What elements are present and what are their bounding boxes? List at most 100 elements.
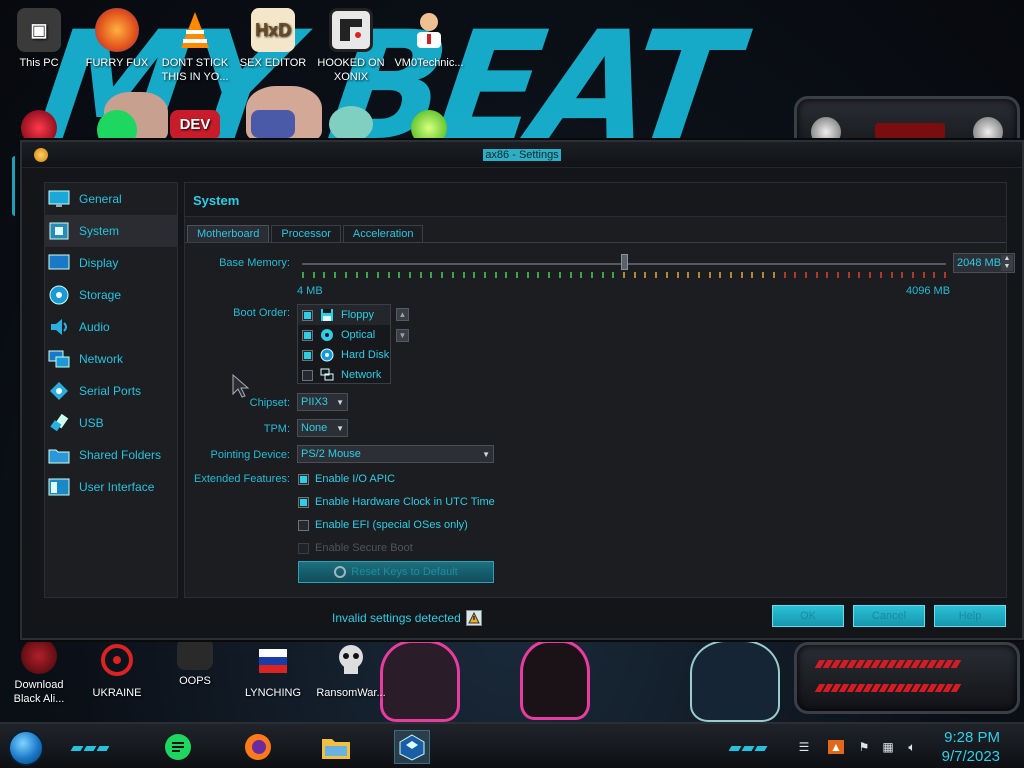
boot-item-floppy[interactable]: Floppy — [298, 305, 390, 325]
slider-tick — [505, 272, 507, 278]
slider-tick — [313, 272, 315, 278]
slider-tick — [655, 272, 657, 278]
sidebar-item-usb[interactable]: USB — [45, 407, 177, 439]
desktop-icon-hooked-on-xonix[interactable]: HOOKED ON XONIX — [312, 8, 390, 84]
sidebar-item-serial-ports[interactable]: Serial Ports — [45, 375, 177, 407]
desktop-icon-this-pc[interactable]: ▣ This PC — [0, 8, 78, 70]
ok-button[interactable]: OK — [772, 605, 844, 627]
slider-tick — [698, 272, 700, 278]
help-button[interactable]: Help — [934, 605, 1006, 627]
sidebar-item-network[interactable]: Network — [45, 343, 177, 375]
slider-tick — [687, 272, 689, 278]
flag-icon[interactable]: ⚑ — [856, 740, 872, 754]
desktop-icon-oops[interactable]: OOPS — [156, 638, 234, 688]
taskbar-file-explorer[interactable] — [318, 730, 354, 764]
package-icon — [177, 638, 213, 670]
boot-item-network[interactable]: Network — [298, 365, 390, 385]
ui-icon — [48, 477, 70, 497]
sidebar-item-storage[interactable]: Storage — [45, 279, 177, 311]
warning-icon[interactable] — [465, 610, 482, 626]
clock-time: 9:28 PM — [944, 729, 1000, 746]
chevron-down-icon: ▼ — [336, 423, 344, 433]
slider-tick — [933, 272, 935, 278]
taskbar-clock[interactable]: 9:28 PM 9/7/2023 — [942, 728, 1000, 766]
tab-motherboard[interactable]: Motherboard — [187, 225, 270, 242]
invalid-settings-message: Invalid settings detected — [332, 610, 482, 626]
sidebar-item-user-interface[interactable]: User Interface — [45, 471, 177, 503]
checkbox-box — [298, 473, 309, 485]
slider-tick — [537, 272, 539, 278]
memory-slider-handle[interactable] — [621, 254, 628, 270]
network-tray-icon[interactable]: ▦ — [880, 740, 896, 754]
spin-arrows-icon[interactable]: ▲ ▼ — [1001, 255, 1013, 271]
book-icon — [251, 110, 295, 138]
slider-tick — [741, 272, 743, 278]
tab-processor[interactable]: Processor — [271, 225, 341, 242]
pointing-device-select[interactable]: PS/2 Mouse ▼ — [297, 445, 494, 463]
tpm-label: TPM: — [263, 423, 290, 435]
reset-icon — [334, 566, 347, 578]
tray-app-icon[interactable]: ▲ — [828, 740, 844, 754]
slider-tick — [409, 272, 411, 278]
boot-order-list: Floppy Optical Hard Disk Network — [297, 304, 391, 384]
chevron-down-icon: ▼ — [482, 449, 490, 459]
desktop-icon-lynching[interactable]: LYNCHING — [234, 638, 312, 700]
slider-tick — [794, 272, 796, 278]
tray-menu-icon[interactable]: ☰ — [796, 740, 812, 754]
sidebar-item-general[interactable]: General — [45, 183, 177, 215]
doctor-avatar-icon — [407, 8, 451, 52]
boot-optical-checkbox[interactable] — [302, 329, 313, 341]
sidebar-item-display[interactable]: Display — [45, 247, 177, 279]
slider-tick — [334, 272, 336, 278]
slider-tick — [388, 272, 390, 278]
desktop-icon-download-black[interactable]: Download Black Ali... — [0, 638, 78, 706]
utc-clock-checkbox[interactable]: Enable Hardware Clock in UTC Time — [298, 496, 495, 508]
chat-icon — [165, 734, 191, 760]
desktop-icon-dev[interactable]: DEV — [156, 110, 234, 144]
boot-item-hard-disk[interactable]: Hard Disk — [298, 345, 390, 365]
move-up-button[interactable]: ▲ — [396, 308, 409, 321]
slider-tick — [377, 272, 379, 278]
chipset-select[interactable]: PIIX3 ▼ — [297, 393, 348, 411]
start-button[interactable] — [8, 730, 44, 766]
slider-tick — [580, 272, 582, 278]
boot-network-checkbox[interactable] — [302, 369, 313, 381]
speaker-icon — [48, 317, 70, 337]
reset-keys-button[interactable]: Reset Keys to Default — [298, 561, 494, 583]
desktop-icon-ukraine[interactable]: UKRAINE — [78, 638, 156, 700]
wallpaper-figure — [520, 640, 590, 720]
efi-checkbox[interactable]: Enable EFI (special OSes only) — [298, 519, 468, 531]
boot-harddisk-checkbox[interactable] — [302, 349, 313, 361]
taskbar-decoration — [70, 740, 111, 751]
optical-icon — [319, 328, 335, 342]
desktop-icon-sex-editor[interactable]: HxD SEX EDITOR — [234, 8, 312, 70]
taskbar-virtualbox[interactable] — [394, 730, 430, 764]
checkbox-box — [298, 496, 309, 508]
slider-tick — [773, 272, 775, 278]
move-down-button[interactable]: ▼ — [396, 329, 409, 342]
memory-spinbox[interactable]: 2048 MB ▲ ▼ — [953, 253, 1015, 273]
desktop-icon-book[interactable] — [234, 110, 312, 142]
chip-icon — [48, 221, 70, 241]
tab-acceleration[interactable]: Acceleration — [342, 225, 424, 242]
sidebar-item-shared-folders[interactable]: Shared Folders — [45, 439, 177, 471]
desktop-icon-furry-fux[interactable]: FURRY FUX — [78, 8, 156, 70]
sidebar-item-audio[interactable]: Audio — [45, 311, 177, 343]
cancel-button[interactable]: Cancel — [853, 605, 925, 627]
tpm-select[interactable]: None ▼ — [297, 419, 348, 437]
boot-item-optical[interactable]: Optical — [298, 325, 390, 345]
slider-tick — [634, 272, 636, 278]
io-apic-checkbox[interactable]: Enable I/O APIC — [298, 473, 395, 485]
desktop-icon-vm0technic[interactable]: VM0Technic... — [390, 8, 468, 70]
desktop-icon-ransomware[interactable]: RansomWar... — [312, 638, 390, 700]
sidebar-item-system[interactable]: System — [45, 215, 177, 247]
window-titlebar[interactable]: ax86 - Settings — [22, 142, 1022, 168]
taskbar-chat-app[interactable] — [160, 730, 196, 764]
boot-floppy-checkbox[interactable] — [302, 309, 313, 321]
slider-tick — [923, 272, 925, 278]
settings-window: ax86 - Settings General System Display S… — [12, 140, 1024, 640]
desktop-icon-dont-stick[interactable]: DONT STICK THIS IN YO... — [156, 8, 234, 84]
volume-icon[interactable]: 🔈︎ — [904, 740, 920, 754]
clock-date: 9/7/2023 — [941, 748, 1000, 765]
taskbar-firefox[interactable] — [240, 730, 276, 764]
